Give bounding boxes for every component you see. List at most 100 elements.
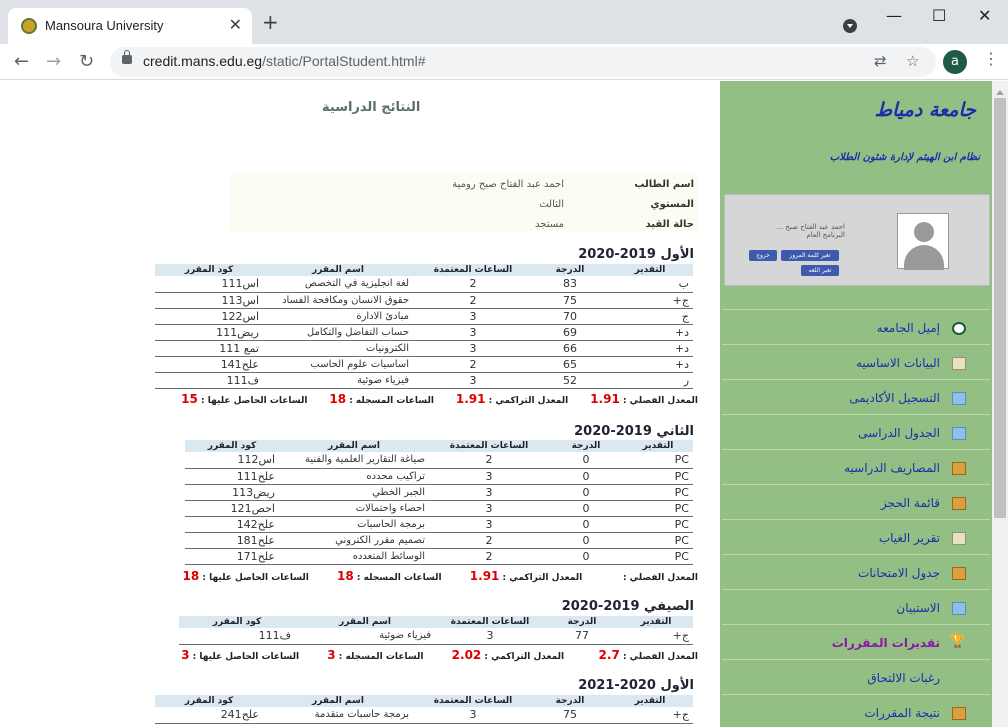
sidebar-item-label: نتيجة المقررات bbox=[864, 706, 940, 720]
credit-hours-cell: 2 bbox=[429, 548, 549, 565]
browser-tab[interactable]: Mansoura University ✕ bbox=[8, 8, 252, 44]
student-name-value: احمد عبد الفتاح صبح رومية bbox=[452, 179, 564, 190]
course-name-cell: مبادئ الادارة bbox=[263, 308, 413, 325]
table-header-row: التقدير الدرجة الساعات المعتمدة اسم المق… bbox=[185, 440, 693, 452]
header-score: الدرجة bbox=[545, 616, 619, 628]
page-title: النتائج الدراسية bbox=[322, 100, 421, 115]
table-row: PC 0 3 الجبر الخطي ريض113 bbox=[185, 484, 693, 501]
sidebar-item-label: الاستبيان bbox=[896, 601, 940, 615]
bookmark-star-icon[interactable]: ☆ bbox=[906, 52, 919, 70]
score-cell: 66 bbox=[533, 340, 607, 357]
sidebar-item[interactable]: نتيجة المقررات bbox=[722, 694, 990, 727]
credit-hours-cell: 3 bbox=[429, 516, 549, 533]
header-course-name: اسم المقرر bbox=[279, 440, 429, 452]
sidebar-item[interactable]: 🏆 تقديرات المقررات bbox=[722, 624, 990, 659]
tab-search-icon[interactable] bbox=[843, 19, 857, 33]
enrollment-status-value: مستجد bbox=[535, 219, 564, 230]
course-name-cell: فيزياء ضوئية bbox=[295, 628, 435, 645]
translate-icon[interactable]: ⇄ bbox=[874, 52, 887, 70]
grade-cell: PC bbox=[623, 548, 693, 565]
table-row: PC 0 3 احصاء واحتمالات احص121 bbox=[185, 500, 693, 517]
score-cell: 75 bbox=[533, 292, 607, 309]
table-row: PC 0 2 تصميم مقرر الكتروني علح181 bbox=[185, 532, 693, 549]
logout-button[interactable]: خروج bbox=[749, 250, 777, 261]
credit-hours-cell: 3 bbox=[413, 324, 533, 341]
profile-card: احمد عبد الفتاح صبح ... البرنامج العام ت… bbox=[724, 194, 990, 286]
credit-hours-cell: 2 bbox=[429, 532, 549, 549]
grade-cell: PC bbox=[623, 532, 693, 549]
browser-menu-icon[interactable]: ⋮ bbox=[983, 49, 999, 68]
student-name-label: اسم الطالب bbox=[634, 179, 694, 190]
scrollbar-thumb[interactable] bbox=[994, 98, 1006, 518]
header-grade: التقدير bbox=[623, 440, 693, 452]
university-title: جامعة دمياط bbox=[874, 99, 976, 121]
profile-name: احمد عبد الفتاح صبح ... bbox=[776, 223, 846, 231]
course-name-cell: تراكيب محدده bbox=[279, 468, 429, 485]
score-cell: 0 bbox=[549, 516, 623, 533]
course-code-cell: ف111 bbox=[179, 628, 295, 645]
score-cell: 75 bbox=[533, 707, 607, 724]
table-row: ب 83 2 لغة انجليزية في التخصص اس111 bbox=[155, 276, 693, 293]
table-header-row: التقدير الدرجة الساعات المعتمدة اسم المق… bbox=[155, 264, 693, 276]
sidebar-item[interactable]: المصاريف الدراسيه bbox=[722, 449, 990, 484]
window-icon bbox=[952, 392, 966, 405]
back-arrow-icon[interactable]: ← bbox=[14, 51, 29, 72]
table-row: ر 52 3 فيزياء ضوئية ف111 bbox=[155, 372, 693, 389]
change-password-button[interactable]: تغير كلمة المرور bbox=[781, 250, 839, 261]
course-name-cell: برمجة الحاسبات bbox=[279, 516, 429, 533]
score-cell: 77 bbox=[545, 628, 619, 645]
credit-hours-cell: 3 bbox=[429, 484, 549, 501]
forward-arrow-icon[interactable]: → bbox=[46, 51, 61, 72]
course-code-cell: اس112 bbox=[185, 452, 279, 469]
sidebar-item[interactable]: تقرير الغياب bbox=[722, 519, 990, 554]
level-value: الثالث bbox=[539, 199, 564, 210]
header-course-name: اسم المقرر bbox=[263, 695, 413, 707]
sidebar-item[interactable]: الجدول الدراسى bbox=[722, 414, 990, 449]
course-name-cell: فيزياء ضوئية bbox=[263, 372, 413, 389]
table-row: د+ 65 2 اساسيات علوم الحاسب علح141 bbox=[155, 356, 693, 373]
credit-hours-cell: 3 bbox=[413, 308, 533, 325]
semester-summary: المعدل الفصلي : المعدل التراكمي : 1.91 ا… bbox=[182, 569, 698, 583]
window-icon bbox=[952, 602, 966, 615]
address-bar[interactable]: credit.mans.edu.eg/static/PortalStudent.… bbox=[110, 47, 936, 77]
close-window-button[interactable]: ✕ bbox=[978, 6, 991, 25]
scroll-up-icon[interactable] bbox=[996, 86, 1004, 95]
score-cell: 0 bbox=[549, 532, 623, 549]
page-scrollbar[interactable] bbox=[992, 81, 1008, 727]
course-code-cell: اس111 bbox=[155, 276, 263, 293]
course-name-cell: حساب التفاضل والتكامل bbox=[263, 324, 413, 341]
header-course-code: كود المقرر bbox=[185, 440, 279, 452]
sidebar-item[interactable]: التسجيل الأكاديمى bbox=[722, 379, 990, 414]
browser-toolbar: ← → ↻ credit.mans.edu.eg/static/PortalSt… bbox=[0, 44, 1008, 80]
header-course-code: كود المقرر bbox=[155, 264, 263, 276]
maximize-button[interactable]: ☐ bbox=[932, 6, 946, 25]
credit-hours-cell: 3 bbox=[429, 500, 549, 517]
course-name-cell: تصميم مقرر الكتروني bbox=[279, 532, 429, 549]
sidebar-item-label: إميل الجامعه bbox=[876, 321, 940, 335]
grades-table: التقدير الدرجة الساعات المعتمدة اسم المق… bbox=[179, 616, 693, 645]
course-name-cell: صياغة التقارير العلمية والفنية bbox=[279, 452, 429, 469]
change-language-button[interactable]: تغير اللغه bbox=[801, 265, 839, 276]
reload-icon[interactable]: ↻ bbox=[79, 51, 94, 72]
results-panel: النتائج الدراسية اسم الطالب احمد عبد الف… bbox=[0, 81, 720, 727]
sidebar-item-label: الجدول الدراسى bbox=[858, 426, 940, 440]
sidebar-item-label: تقرير الغياب bbox=[878, 531, 940, 545]
score-cell: 0 bbox=[549, 548, 623, 565]
sidebar-item[interactable]: قائمة الحجز bbox=[722, 484, 990, 519]
minimize-button[interactable]: — bbox=[886, 6, 902, 25]
sidebar-item[interactable]: إميل الجامعه bbox=[722, 309, 990, 344]
sidebar-item[interactable]: جدول الامتحانات bbox=[722, 554, 990, 589]
table-row: ج 70 3 مبادئ الادارة اس122 bbox=[155, 308, 693, 325]
browser-tab-strip: Mansoura University ✕ + — ☐ ✕ bbox=[0, 0, 1008, 44]
sidebar-item[interactable]: البيانات الاساسيه bbox=[722, 344, 990, 379]
sidebar-item[interactable]: رغبات الالتحاق bbox=[722, 659, 990, 694]
course-code-cell: احص121 bbox=[185, 500, 279, 517]
grade-cell: PC bbox=[623, 516, 693, 533]
table-row: PC 0 2 الوسائط المتعدده علح171 bbox=[185, 548, 693, 565]
tab-close-icon[interactable]: ✕ bbox=[229, 15, 242, 34]
sidebar-item[interactable]: الاستبيان bbox=[722, 589, 990, 624]
url-text[interactable]: credit.mans.edu.eg/static/PortalStudent.… bbox=[143, 53, 426, 69]
new-tab-button[interactable]: + bbox=[262, 12, 279, 32]
account-avatar[interactable]: a bbox=[943, 50, 967, 74]
sidebar-item-label: المصاريف الدراسيه bbox=[844, 461, 940, 475]
